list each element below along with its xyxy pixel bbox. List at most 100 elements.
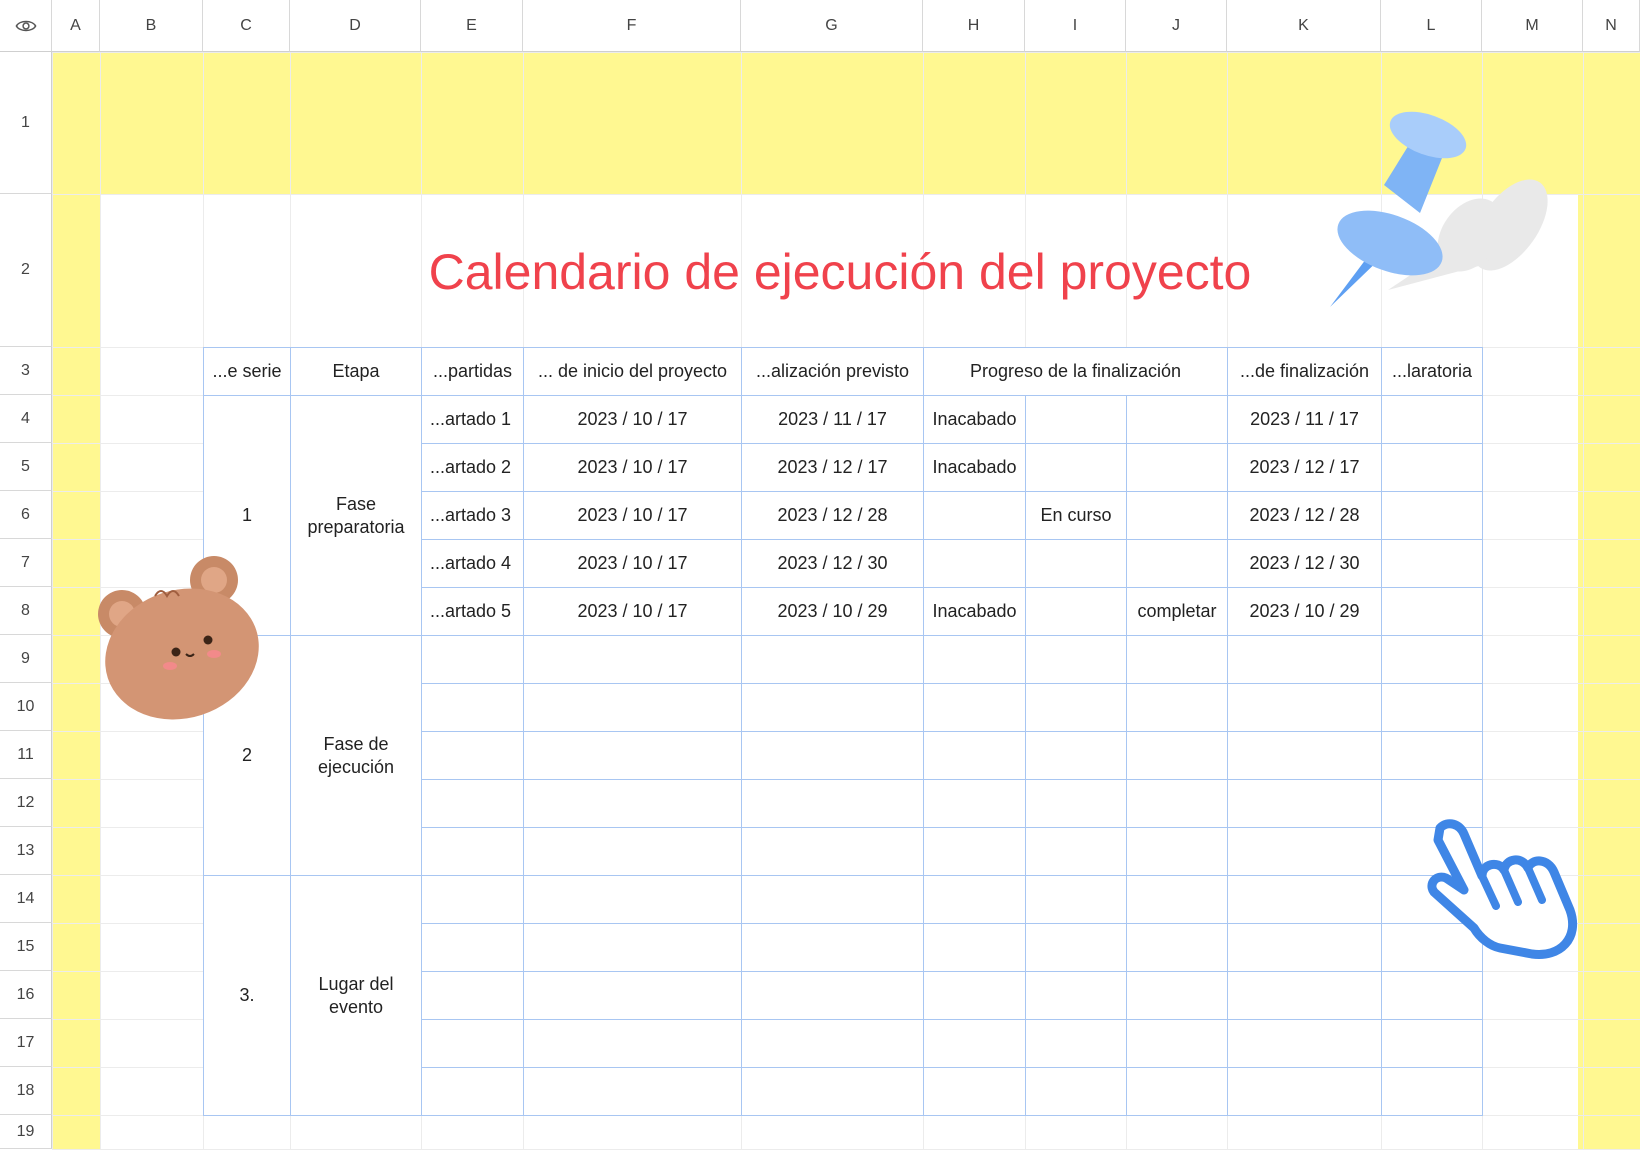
cell-finalizacion[interactable] — [1227, 1019, 1382, 1068]
cell-progreso-j[interactable]: completar — [1126, 587, 1228, 636]
cell-finalizacion[interactable]: 2023 / 11 / 17 — [1227, 395, 1382, 444]
cell-partida[interactable]: ...artado 2 — [421, 443, 524, 492]
cell-progreso-j[interactable] — [1126, 539, 1228, 588]
cell-progreso-j[interactable] — [1126, 1019, 1228, 1068]
row-header-14[interactable]: 14 — [0, 875, 52, 923]
row-header-8[interactable]: 8 — [0, 587, 52, 635]
cell-progreso-h[interactable] — [923, 923, 1026, 972]
row-header-13[interactable]: 13 — [0, 827, 52, 875]
cell-partida[interactable] — [421, 923, 524, 972]
cell-progreso-h[interactable] — [923, 1067, 1026, 1116]
group-serie-cell[interactable]: 3. — [203, 875, 291, 1116]
cell-fecha-prevista[interactable] — [741, 683, 924, 732]
cell-progreso-h[interactable] — [923, 779, 1026, 828]
row-header-1[interactable]: 1 — [0, 52, 52, 194]
cell-aclaratoria[interactable] — [1381, 395, 1483, 444]
cell-progreso-h[interactable] — [923, 683, 1026, 732]
cell-partida[interactable] — [421, 1019, 524, 1068]
group-etapa-cell[interactable]: Fase de ejecución — [290, 635, 422, 876]
cell-progreso-i[interactable] — [1025, 923, 1127, 972]
header-progreso[interactable]: Progreso de la finalización — [923, 347, 1228, 396]
cell-partida[interactable] — [421, 635, 524, 684]
cell-partida[interactable]: ...artado 5 — [421, 587, 524, 636]
cell-progreso-j[interactable] — [1126, 635, 1228, 684]
row-header-7[interactable]: 7 — [0, 539, 52, 587]
header-serie[interactable]: ...e serie — [203, 347, 291, 396]
cell-partida[interactable] — [421, 875, 524, 924]
cell-fecha-inicio[interactable] — [523, 635, 742, 684]
column-header-f[interactable]: F — [523, 0, 741, 52]
cell-finalizacion[interactable] — [1227, 827, 1382, 876]
header-fecha-inicio[interactable]: ... de inicio del proyecto — [523, 347, 742, 396]
cell-progreso-j[interactable] — [1126, 443, 1228, 492]
cell-progreso-h[interactable] — [923, 539, 1026, 588]
cell-aclaratoria[interactable] — [1381, 635, 1483, 684]
cell-finalizacion[interactable] — [1227, 875, 1382, 924]
cell-progreso-j[interactable] — [1126, 827, 1228, 876]
column-header-h[interactable]: H — [923, 0, 1025, 52]
cell-progreso-j[interactable] — [1126, 1067, 1228, 1116]
cell-aclaratoria[interactable] — [1381, 1067, 1483, 1116]
cell-fecha-inicio[interactable] — [523, 827, 742, 876]
row-header-15[interactable]: 15 — [0, 923, 52, 971]
cell-finalizacion[interactable] — [1227, 731, 1382, 780]
eye-icon[interactable] — [15, 15, 37, 37]
cell-progreso-h[interactable]: Inacabado — [923, 587, 1026, 636]
cell-fecha-inicio[interactable] — [523, 875, 742, 924]
row-header-10[interactable]: 10 — [0, 683, 52, 731]
column-header-i[interactable]: I — [1025, 0, 1126, 52]
cell-fecha-prevista[interactable]: 2023 / 12 / 30 — [741, 539, 924, 588]
cell-progreso-i[interactable] — [1025, 875, 1127, 924]
cell-progreso-h[interactable] — [923, 635, 1026, 684]
cell-fecha-prevista[interactable] — [741, 731, 924, 780]
cell-fecha-inicio[interactable] — [523, 683, 742, 732]
cell-partida[interactable]: ...artado 4 — [421, 539, 524, 588]
cell-progreso-h[interactable]: Inacabado — [923, 443, 1026, 492]
cell-partida[interactable] — [421, 1067, 524, 1116]
row-header-4[interactable]: 4 — [0, 395, 52, 443]
row-header-12[interactable]: 12 — [0, 779, 52, 827]
cell-aclaratoria[interactable] — [1381, 491, 1483, 540]
row-header-18[interactable]: 18 — [0, 1067, 52, 1115]
cell-progreso-j[interactable] — [1126, 731, 1228, 780]
cell-finalizacion[interactable]: 2023 / 12 / 17 — [1227, 443, 1382, 492]
cell-progreso-j[interactable] — [1126, 779, 1228, 828]
cell-progreso-j[interactable] — [1126, 971, 1228, 1020]
column-header-b[interactable]: B — [100, 0, 203, 52]
cell-aclaratoria[interactable] — [1381, 971, 1483, 1020]
column-header-k[interactable]: K — [1227, 0, 1381, 52]
cell-fecha-inicio[interactable] — [523, 1019, 742, 1068]
cell-finalizacion[interactable] — [1227, 635, 1382, 684]
cell-partida[interactable] — [421, 779, 524, 828]
cell-progreso-j[interactable] — [1126, 395, 1228, 444]
cell-fecha-inicio[interactable] — [523, 971, 742, 1020]
cell-progreso-i[interactable] — [1025, 587, 1127, 636]
cell-progreso-i[interactable] — [1025, 779, 1127, 828]
column-header-m[interactable]: M — [1482, 0, 1583, 52]
cell-partida[interactable] — [421, 683, 524, 732]
cell-finalizacion[interactable] — [1227, 683, 1382, 732]
cell-fecha-inicio[interactable] — [523, 923, 742, 972]
cell-partida[interactable] — [421, 971, 524, 1020]
column-header-l[interactable]: L — [1381, 0, 1482, 52]
cell-progreso-j[interactable] — [1126, 491, 1228, 540]
cell-fecha-inicio[interactable] — [523, 1067, 742, 1116]
cell-progreso-i[interactable] — [1025, 1019, 1127, 1068]
cell-fecha-inicio[interactable] — [523, 731, 742, 780]
column-header-c[interactable]: C — [203, 0, 290, 52]
row-header-5[interactable]: 5 — [0, 443, 52, 491]
header-partidas[interactable]: ...partidas — [421, 347, 524, 396]
row-header-3[interactable]: 3 — [0, 347, 52, 395]
select-all-corner[interactable] — [0, 0, 52, 52]
cell-finalizacion[interactable]: 2023 / 12 / 28 — [1227, 491, 1382, 540]
cell-progreso-h[interactable] — [923, 827, 1026, 876]
cell-aclaratoria[interactable] — [1381, 1019, 1483, 1068]
cell-progreso-h[interactable]: Inacabado — [923, 395, 1026, 444]
cell-fecha-prevista[interactable] — [741, 875, 924, 924]
cell-progreso-j[interactable] — [1126, 923, 1228, 972]
cell-fecha-prevista[interactable] — [741, 923, 924, 972]
cell-partida[interactable] — [421, 827, 524, 876]
column-header-n[interactable]: N — [1583, 0, 1640, 52]
cell-fecha-prevista[interactable]: 2023 / 12 / 17 — [741, 443, 924, 492]
row-header-16[interactable]: 16 — [0, 971, 52, 1019]
